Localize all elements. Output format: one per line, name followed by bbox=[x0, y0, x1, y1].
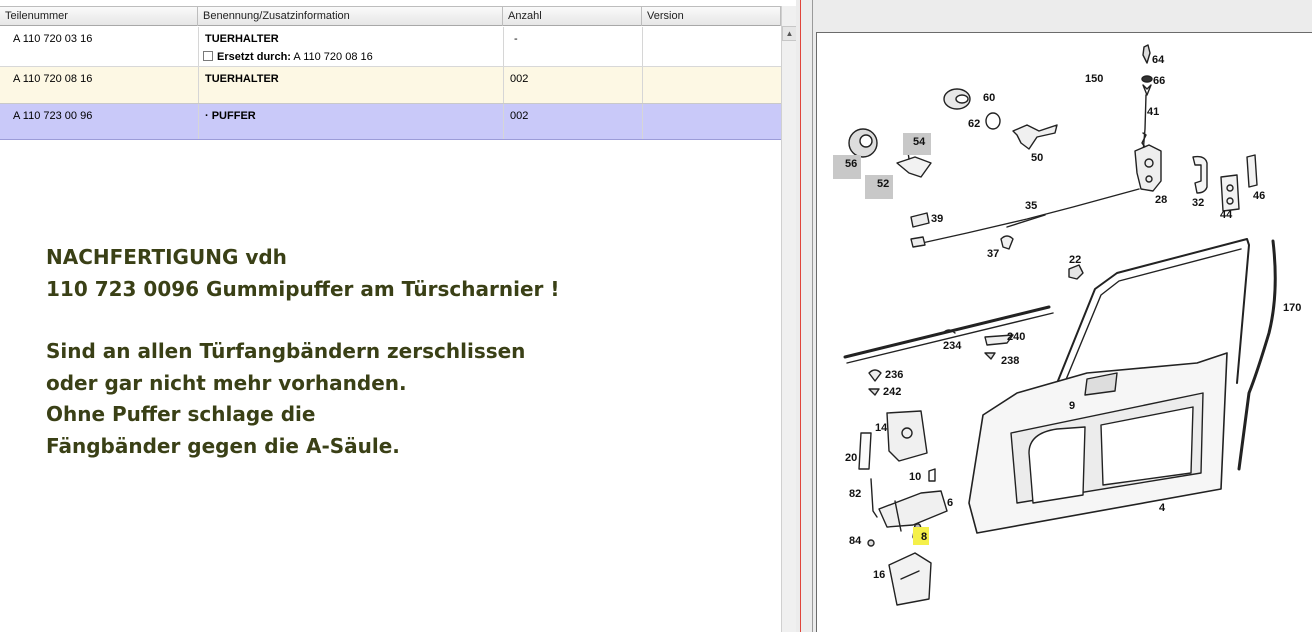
diagram-pane: 64 150 66 60 41 62 50 54 56 52 28 32 46 … bbox=[816, 0, 1312, 632]
part-label: 46 bbox=[1253, 190, 1265, 202]
part-label: 236 bbox=[885, 369, 903, 381]
part-label: 35 bbox=[1025, 200, 1037, 212]
part-label: 62 bbox=[968, 118, 980, 130]
part-label: 234 bbox=[943, 340, 962, 352]
version-cell bbox=[642, 27, 781, 66]
scroll-up-arrow-icon[interactable]: ▲ bbox=[782, 26, 797, 41]
exploded-diagram[interactable]: 64 150 66 60 41 62 50 54 56 52 28 32 46 … bbox=[816, 32, 1312, 632]
part-label: 41 bbox=[1147, 106, 1159, 118]
quantity-cell: 002 bbox=[503, 67, 642, 103]
part-label: 20 bbox=[845, 452, 857, 464]
splitter-red-line bbox=[800, 0, 801, 632]
pane-splitter[interactable] bbox=[796, 0, 816, 632]
version-cell bbox=[642, 67, 781, 103]
part-label: 22 bbox=[1069, 254, 1081, 266]
parts-list-pane: Teilenummer Benennung/Zusatzinformation … bbox=[0, 0, 797, 632]
note-spacer bbox=[46, 305, 560, 336]
part-label: 242 bbox=[883, 386, 901, 398]
part-label: 52 bbox=[877, 178, 889, 190]
note-line: Sind an allen Türfangbändern zerschlisse… bbox=[46, 339, 526, 363]
table-header: Teilenummer Benennung/Zusatzinformation … bbox=[0, 6, 781, 26]
replaced-by-checkbox[interactable] bbox=[203, 51, 213, 61]
note-line: Ohne Puffer schlage die bbox=[46, 402, 316, 426]
replaced-by-value: A 110 720 08 16 bbox=[293, 51, 373, 63]
part-number-cell: A 110 720 03 16 bbox=[13, 33, 93, 45]
part-label: 54 bbox=[913, 136, 926, 148]
annotation-note: NACHFERTIGUNG vdh 110 723 0096 Gummipuff… bbox=[46, 242, 560, 462]
table-row[interactable]: A 110 720 03 16 TUERHALTER - Ersetzt dur… bbox=[0, 27, 781, 67]
column-header-version[interactable]: Version bbox=[642, 7, 781, 26]
part-label: 4 bbox=[1159, 502, 1166, 514]
part-name-cell: TUERHALTER bbox=[198, 67, 503, 103]
part-number-cell: A 110 720 08 16 bbox=[13, 73, 93, 85]
part-label: 6 bbox=[947, 497, 953, 509]
door-diagram-svg: 64 150 66 60 41 62 50 54 56 52 28 32 46 … bbox=[833, 44, 1301, 606]
note-line: Fängbänder gegen die A-Säule. bbox=[46, 433, 400, 458]
part-label: 82 bbox=[849, 488, 861, 500]
part-label: 238 bbox=[1001, 355, 1019, 367]
vertical-scrollbar[interactable]: ▲ bbox=[781, 6, 797, 632]
part-label: 44 bbox=[1220, 209, 1233, 221]
part-label: 14 bbox=[875, 422, 888, 434]
note-line: 110 723 0096 Gummipuffer am Türscharnier… bbox=[46, 276, 560, 301]
column-header-part-number[interactable]: Teilenummer bbox=[0, 7, 198, 26]
part-label: 56 bbox=[845, 158, 857, 170]
part-label: 240 bbox=[1007, 331, 1025, 343]
part-label-highlighted: 8 bbox=[921, 531, 927, 543]
part-label: 84 bbox=[849, 535, 862, 547]
quantity-cell: - bbox=[503, 27, 642, 66]
note-line: NACHFERTIGUNG vdh bbox=[46, 245, 287, 269]
part-label: 150 bbox=[1085, 73, 1103, 85]
replaced-by-label: Ersetzt durch: bbox=[217, 51, 291, 63]
part-label: 64 bbox=[1152, 54, 1165, 66]
part-label: 32 bbox=[1192, 197, 1204, 209]
table-row-selected[interactable]: A 110 723 00 96 · PUFFER 002 bbox=[0, 104, 781, 140]
table-row[interactable]: A 110 720 08 16 TUERHALTER 002 bbox=[0, 67, 781, 104]
splitter-border bbox=[812, 0, 813, 632]
version-cell bbox=[642, 104, 781, 139]
part-label: 10 bbox=[909, 471, 921, 483]
part-label: 66 bbox=[1153, 75, 1165, 87]
part-label: 9 bbox=[1069, 400, 1075, 412]
column-header-description[interactable]: Benennung/Zusatzinformation bbox=[198, 7, 503, 26]
part-label: 37 bbox=[987, 248, 999, 260]
part-label: 39 bbox=[931, 213, 943, 225]
part-label: 50 bbox=[1031, 152, 1043, 164]
replaced-by-info: Ersetzt durch: A 110 720 08 16 bbox=[203, 51, 373, 63]
column-header-quantity[interactable]: Anzahl bbox=[503, 7, 642, 26]
quantity-cell: 002 bbox=[503, 104, 642, 139]
note-line: oder gar nicht mehr vorhanden. bbox=[46, 370, 407, 395]
part-name-cell: · PUFFER bbox=[198, 104, 503, 139]
part-label: 170 bbox=[1283, 302, 1301, 314]
part-number-cell: A 110 723 00 96 bbox=[13, 110, 93, 122]
part-label: 28 bbox=[1155, 194, 1167, 206]
part-label: 60 bbox=[983, 92, 995, 104]
part-label: 16 bbox=[873, 569, 885, 581]
bolt-shape bbox=[1142, 44, 1151, 64]
